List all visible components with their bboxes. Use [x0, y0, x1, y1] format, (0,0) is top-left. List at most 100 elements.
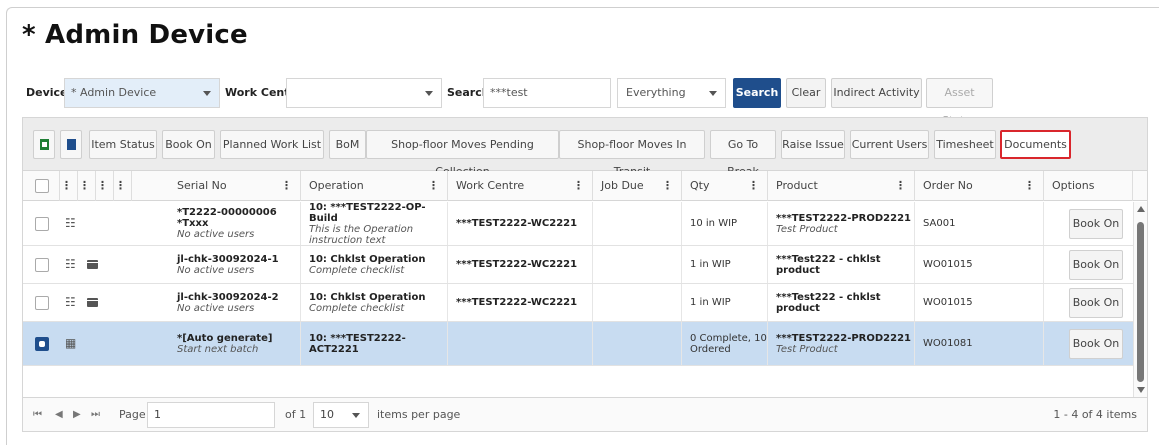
product-cell: ***TEST2222-PROD2221 Test Product — [768, 322, 915, 365]
row-book-on-button[interactable]: Book On — [1069, 328, 1123, 359]
options-cell: Book On — [1044, 284, 1133, 321]
col-product-label: Product — [776, 179, 818, 192]
table-row-selected[interactable]: ▦ *[Auto generate] Start next batch 10: *… — [23, 322, 1133, 366]
column-menu-icon[interactable]: ⋮ — [895, 171, 906, 201]
col-qty[interactable]: Qty ⋮ — [682, 171, 768, 201]
asset-status-button[interactable]: Asset Status — [926, 78, 993, 127]
order-cell: SA001 — [915, 202, 1044, 245]
options-cell: Book On — [1044, 246, 1133, 283]
select-all-checkbox[interactable] — [35, 179, 49, 193]
csv-export-button[interactable] — [60, 130, 82, 159]
work-list-grid: Item Status Book On Planned Work List Bo… — [22, 117, 1148, 432]
col-job-due[interactable]: Job Due ⋮ — [593, 171, 682, 201]
table-row[interactable]: ☷ jl-chk-30092024-2 No active users 10: C… — [23, 284, 1133, 322]
qty-cell: 10 in WIP — [682, 202, 768, 245]
pager: ⏮ ◀ ▶ ⏭ Page 1 of 1 10 items per page 1 … — [23, 397, 1147, 431]
indirect-activity-button[interactable]: Indirect Activity — [831, 78, 922, 108]
row-checkbox[interactable] — [35, 217, 49, 231]
col-order-no-label: Order No — [923, 179, 973, 192]
go-to-break-button[interactable]: Go To Break — [710, 130, 776, 178]
chevron-down-icon — [352, 413, 360, 418]
qty-cell: 0 Complete, 10 Ordered — [682, 322, 768, 365]
chevron-down-icon — [709, 91, 717, 96]
device-select-value: * Admin Device — [71, 86, 157, 99]
excel-export-button[interactable] — [33, 130, 55, 159]
next-page-icon[interactable]: ▶ — [73, 398, 81, 432]
col-qty-label: Qty — [690, 179, 710, 192]
column-menu-icon[interactable]: ⋮ — [662, 171, 673, 201]
row-checkbox[interactable] — [35, 296, 49, 310]
job-due-cell — [593, 202, 682, 245]
row-book-on-button[interactable]: Book On — [1069, 249, 1123, 280]
column-menu[interactable]: ⋮ — [114, 171, 132, 201]
page-input[interactable]: 1 — [147, 402, 275, 428]
job-due-cell — [593, 284, 682, 321]
work-centre-cell: ***TEST2222-WC2221 — [448, 284, 593, 321]
order-cell: WO01015 — [915, 284, 1044, 321]
bom-button[interactable]: BoM — [329, 130, 366, 159]
row-checkbox[interactable] — [35, 337, 49, 351]
row-book-on-button[interactable]: Book On — [1069, 208, 1123, 239]
col-product[interactable]: Product ⋮ — [768, 171, 915, 201]
page-of-label: of 1 — [285, 408, 307, 421]
scroll-down-icon[interactable] — [1137, 387, 1145, 393]
serial-cell: jl-chk-30092024-1 No active users — [169, 246, 301, 283]
documents-button[interactable]: Documents — [1000, 130, 1071, 159]
col-order-no[interactable]: Order No ⋮ — [915, 171, 1044, 201]
serial-cell: jl-chk-30092024-2 No active users — [169, 284, 301, 321]
product-cell: ***Test222 - chklst product — [768, 284, 915, 321]
checklist-icon[interactable]: ☷ — [65, 216, 76, 230]
row-book-on-button[interactable]: Book On — [1069, 287, 1123, 318]
column-menu-icon[interactable]: ⋮ — [748, 171, 759, 201]
checklist-icon[interactable]: ☷ — [65, 295, 76, 309]
column-menu[interactable]: ⋮ — [60, 171, 78, 201]
search-scope-select[interactable]: Everything — [617, 78, 726, 108]
card-icon[interactable] — [87, 298, 98, 307]
row-checkbox[interactable] — [35, 258, 49, 272]
checklist-icon[interactable]: ☷ — [65, 257, 76, 271]
page-size-select[interactable]: 10 — [313, 402, 369, 428]
serial-cell: *T2222-00000006 *Txxx No active users — [169, 202, 301, 245]
col-work-centre[interactable]: Work Centre ⋮ — [448, 171, 593, 201]
current-users-button[interactable]: Current Users — [850, 130, 929, 159]
scroll-thumb[interactable] — [1137, 222, 1144, 382]
grid-header: ⋮ ⋮ ⋮ ⋮ Serial No ⋮ Operation ⋮ Work Centr… — [23, 171, 1147, 201]
product-cell: ***Test222 - chklst product — [768, 246, 915, 283]
prev-page-icon[interactable]: ◀ — [55, 398, 63, 432]
col-operation-label: Operation — [309, 179, 364, 192]
column-menu-icon[interactable]: ⋮ — [428, 171, 439, 201]
first-page-icon[interactable]: ⏮ — [33, 398, 42, 432]
moves-pending-collection-button[interactable]: Shop-floor Moves Pending Collection — [366, 130, 559, 178]
col-options: Options — [1044, 171, 1133, 201]
col-job-due-label: Job Due — [601, 179, 644, 192]
table-row[interactable]: ☷ jl-chk-30092024-1 No active users 10: C… — [23, 246, 1133, 284]
card-icon[interactable] — [87, 260, 98, 269]
column-menu-icon[interactable]: ⋮ — [573, 171, 584, 201]
column-menu[interactable]: ⋮ — [96, 171, 114, 201]
options-cell: Book On — [1044, 322, 1133, 365]
column-menu-icon[interactable]: ⋮ — [1024, 171, 1035, 201]
clear-button[interactable]: Clear — [786, 78, 826, 108]
raise-issue-button[interactable]: Raise Issue — [781, 130, 845, 159]
vertical-scrollbar[interactable] — [1133, 202, 1147, 397]
timesheet-button[interactable]: Timesheet — [934, 130, 996, 159]
calendar-icon[interactable]: ▦ — [65, 336, 76, 350]
column-menu-icon[interactable]: ⋮ — [281, 171, 292, 201]
planned-work-list-button[interactable]: Planned Work List — [220, 130, 324, 159]
book-on-button[interactable]: Book On — [162, 130, 215, 159]
qty-cell: 1 in WIP — [682, 284, 768, 321]
table-row[interactable]: ☷ *T2222-00000006 *Txxx No active users 1… — [23, 202, 1133, 246]
csv-export-icon — [66, 139, 76, 150]
col-serial-no[interactable]: Serial No ⋮ — [169, 171, 301, 201]
moves-in-transit-button[interactable]: Shop-floor Moves In Transit — [559, 130, 705, 178]
device-select[interactable]: * Admin Device — [64, 78, 220, 108]
operation-cell: 10: ***TEST2222-ACT2221 — [301, 322, 448, 365]
item-status-button[interactable]: Item Status — [89, 130, 157, 159]
search-input[interactable]: ***test — [483, 78, 611, 108]
col-operation[interactable]: Operation ⋮ — [301, 171, 448, 201]
work-centre-select[interactable] — [286, 78, 442, 108]
last-page-icon[interactable]: ⏭ — [91, 398, 100, 432]
search-button[interactable]: Search — [733, 78, 781, 108]
column-menu[interactable]: ⋮ — [78, 171, 96, 201]
scroll-up-icon[interactable] — [1137, 206, 1145, 212]
